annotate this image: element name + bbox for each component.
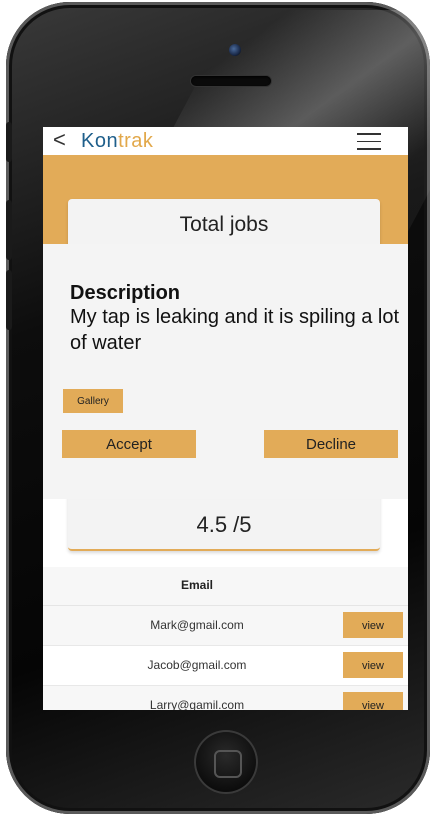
rating-value: 4.5 /5 xyxy=(196,512,252,537)
view-button[interactable]: view xyxy=(343,612,403,638)
brand-part-1: Kon xyxy=(81,130,119,152)
chevron-left-icon[interactable]: < xyxy=(53,127,66,153)
column-header-email: Email xyxy=(180,578,213,592)
speaker-grille xyxy=(191,76,271,86)
hamburger-menu-icon[interactable] xyxy=(357,133,381,151)
job-description-dialog: Description My tap is leaking and it is … xyxy=(43,244,408,499)
view-button[interactable]: view xyxy=(343,652,403,678)
description-text: My tap is leaking and it is spiling a lo… xyxy=(70,306,400,354)
table-header: Email xyxy=(43,567,408,606)
table-row: Jacob@gmail.com view xyxy=(43,646,408,686)
view-button[interactable]: view xyxy=(343,692,403,710)
home-square-icon xyxy=(214,750,242,778)
row-email: Mark@gmail.com xyxy=(150,618,244,632)
app-screen: < Kontrak Total jobs 4.5 /5 Description … xyxy=(43,127,408,710)
table-row: Larry@gamil.com view xyxy=(43,686,408,710)
table-row: Mark@gmail.com view xyxy=(43,606,408,646)
decline-button[interactable]: Decline xyxy=(264,430,398,458)
brand-part-2: trak xyxy=(118,130,154,152)
volume-up-button xyxy=(6,200,12,260)
accept-button[interactable]: Accept xyxy=(62,430,196,458)
brand-logo: Kontrak xyxy=(81,128,153,154)
app-bar: < Kontrak xyxy=(43,127,408,155)
mute-switch xyxy=(6,122,12,162)
description-label: Description xyxy=(70,282,181,304)
card-title: Total jobs xyxy=(179,213,269,236)
gallery-button[interactable]: Gallery xyxy=(63,389,123,413)
camera-icon xyxy=(229,44,241,56)
clients-table: Email Mark@gmail.com view Jacob@gmail.co… xyxy=(43,567,408,710)
row-email: Jacob@gmail.com xyxy=(147,658,247,672)
row-email: Larry@gamil.com xyxy=(149,698,245,710)
volume-down-button xyxy=(6,270,12,330)
